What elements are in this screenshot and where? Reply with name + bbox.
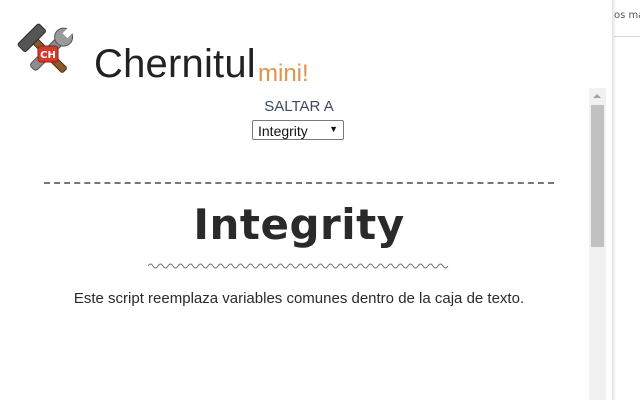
jump-to-selected-value: Integrity <box>258 123 308 139</box>
screen: os ma <box>0 0 640 400</box>
background-window-text: os ma <box>614 10 640 21</box>
wavy-divider <box>148 263 449 269</box>
jump-to-label: SALTAR A <box>264 98 334 115</box>
extension-popup: CH Chernitul mini! SALTAR A Integrity ▼ … <box>0 0 612 400</box>
app-title-suffix: mini! <box>258 60 309 87</box>
dropdown-arrow-icon: ▼ <box>329 124 338 134</box>
section-title: Integrity <box>193 200 405 249</box>
background-window-topbar: os ma <box>614 0 640 37</box>
background-window: os ma <box>614 0 640 400</box>
app-title: Chernitul <box>94 42 256 86</box>
section-description: Este script reemplaza variables comunes … <box>73 290 525 307</box>
section-divider <box>44 182 554 184</box>
popup-header: CH Chernitul mini! <box>0 0 612 88</box>
tools-logo-icon: CH <box>14 22 80 84</box>
logo-initials: CH <box>40 50 56 61</box>
jump-to-select[interactable]: Integrity ▼ <box>252 120 344 140</box>
